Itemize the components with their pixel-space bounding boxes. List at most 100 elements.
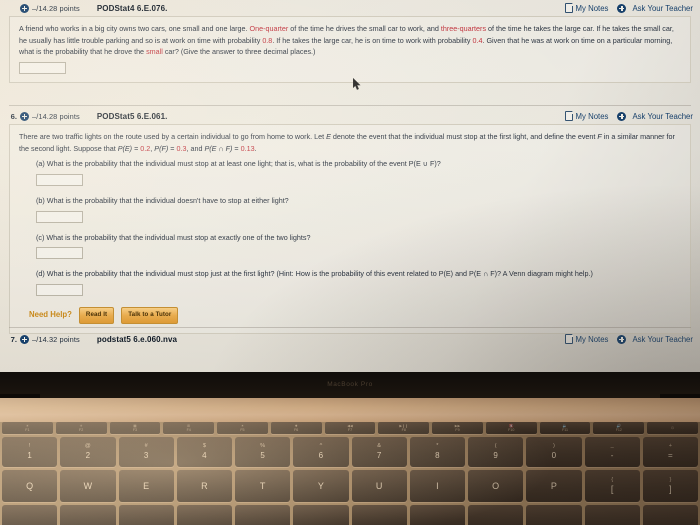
key-Y[interactable]: Y	[293, 470, 349, 502]
question-points-2: –/14.28 points	[32, 111, 80, 121]
key-0[interactable]: ) 0	[526, 437, 582, 467]
key-8[interactable]: * 8	[409, 437, 465, 467]
key-home-row-7[interactable]	[409, 505, 465, 525]
key-home-row-6[interactable]	[351, 505, 407, 525]
keyboard-home-row[interactable]	[0, 505, 700, 525]
key-power[interactable]: ⏻	[647, 422, 698, 434]
key-F12[interactable]: 🔊 F12	[593, 422, 645, 434]
keyboard-qwerty-row[interactable]: Q W E R T Y U I O P {[}]	[0, 470, 700, 502]
key-F1[interactable]: ☀ F1	[2, 422, 53, 434]
key-home-row-9[interactable]	[526, 505, 582, 525]
key-F9[interactable]: ▶▶ F9	[432, 422, 483, 434]
key-shifted-label: }	[669, 476, 672, 483]
key-shifted-label: +	[668, 443, 673, 450]
section-divider-2	[9, 327, 691, 328]
key-Q[interactable]: Q	[2, 470, 58, 502]
math-symbol: P(F)	[154, 143, 169, 153]
key-U[interactable]: U	[351, 470, 407, 502]
key-label: F3	[132, 428, 138, 432]
question-header-actions-3: My Notes Ask Your Teacher	[564, 334, 693, 344]
my-notes-link-3[interactable]: My Notes	[564, 334, 608, 344]
text-run: , and	[186, 143, 205, 153]
key-F7[interactable]: ◀◀ F7	[324, 422, 376, 434]
laptop-keyboard[interactable]: ☀ F1 ☀ F2 ▦ F3 ⊞ F4 ✶ F5 ✸ F6 ◀◀ F7 ▶❙❙ F8 ▶▶ F9 🔇 F10 🔉 F11 🔊…	[0, 422, 700, 525]
question-number-2: 6.	[10, 111, 17, 121]
key-shifted-label: )	[552, 443, 555, 450]
key-base-label: ]	[669, 484, 672, 495]
answer-input-1[interactable]	[19, 61, 66, 74]
key-base-label: P	[550, 480, 557, 491]
text-run: of the time he drives the small car to w…	[288, 24, 441, 33]
key-F10[interactable]: 🔇 F10	[485, 422, 537, 434]
key-3[interactable]: #3	[118, 437, 174, 467]
highlighted-value: One-quarter	[249, 24, 289, 33]
key-base-label: =	[668, 450, 673, 460]
key-7[interactable]: & 7	[351, 437, 407, 467]
key-base-label: 4	[202, 450, 207, 460]
key-home-row-1[interactable]	[60, 505, 116, 525]
key-home-row-2[interactable]	[118, 505, 174, 525]
key-home-row-8[interactable]	[468, 505, 524, 525]
key-F11[interactable]: 🔉 F11	[539, 422, 591, 434]
key-I[interactable]: I	[409, 470, 465, 502]
key-home-row-0[interactable]	[2, 505, 58, 525]
key-E[interactable]: E	[118, 470, 174, 502]
expand-plus-icon[interactable]	[20, 3, 29, 13]
talk-to-a-tutor-button[interactable]: Talk to a Tutor	[121, 306, 179, 324]
keyboard-number-row[interactable]: ! 1 @2 #3 $4% 5 ^ 6 & 7 * 8(9) 0 _ - + =	[0, 437, 700, 467]
key-home-row-3[interactable]	[176, 505, 232, 525]
my-notes-link-1[interactable]: My Notes	[564, 3, 608, 13]
key-F3[interactable]: ▦ F3	[109, 422, 161, 434]
key-label: F10	[508, 428, 515, 432]
highlighted-value: 0.4	[472, 35, 483, 45]
answer-input-part-a[interactable]	[36, 173, 83, 186]
key-R[interactable]: R	[176, 470, 232, 502]
key-base-label: 1	[27, 450, 32, 460]
key-F5[interactable]: ✶ F5	[217, 422, 268, 434]
plus-circle-icon	[617, 334, 627, 344]
answer-input-part-c[interactable]	[36, 247, 83, 260]
key-[[interactable]: {[	[584, 470, 640, 502]
key-label: F12	[615, 428, 622, 432]
key-6[interactable]: ^ 6	[293, 437, 349, 467]
key-home-row-4[interactable]	[235, 505, 291, 525]
key--[interactable]: _ -	[584, 437, 640, 467]
key-O[interactable]: O	[468, 470, 524, 502]
key-F8[interactable]: ▶❙❙ F8	[378, 422, 430, 434]
highlighted-value: 0.13	[240, 143, 255, 153]
key-4[interactable]: $4	[176, 437, 232, 467]
ask-your-teacher-link-3[interactable]: Ask Your Teacher	[617, 334, 693, 344]
key-][interactable]: }]	[642, 470, 698, 502]
key-=[interactable]: + =	[642, 437, 698, 467]
key-home-row-11[interactable]	[642, 505, 698, 525]
key-shifted-label: #	[144, 443, 148, 450]
laptop-deck	[0, 398, 700, 422]
key-F2[interactable]: ☀ F2	[55, 422, 107, 434]
laptop-body: MacBook Pro ☀ F1 ☀ F2 ▦ F3 ⊞ F4 ✶ F5 ✸ F6 ◀◀ F7 ▶❙❙ F8 ▶…	[0, 372, 700, 525]
key-1[interactable]: ! 1	[2, 437, 58, 467]
key-P[interactable]: P	[526, 470, 582, 502]
question-part-text: (d) What is the probability that the ind…	[36, 269, 593, 279]
answer-input-part-b[interactable]	[36, 210, 83, 223]
keyboard-function-row[interactable]: ☀ F1 ☀ F2 ▦ F3 ⊞ F4 ✶ F5 ✸ F6 ◀◀ F7 ▶❙❙ F8 ▶▶ F9 🔇 F10 🔉 F11 🔊…	[0, 422, 700, 434]
expand-plus-icon[interactable]	[20, 111, 29, 121]
answer-input-part-d[interactable]	[36, 283, 83, 296]
key-home-row-5[interactable]	[293, 505, 349, 525]
key-home-row-10[interactable]	[584, 505, 640, 525]
key-2[interactable]: @2	[60, 437, 116, 467]
key-label: F5	[240, 428, 245, 432]
ask-your-teacher-link-1[interactable]: Ask Your Teacher	[617, 3, 693, 13]
key-base-label: 7	[376, 450, 382, 460]
key-T[interactable]: T	[235, 470, 291, 502]
key-5[interactable]: % 5	[235, 437, 291, 467]
read-it-button[interactable]: Read It	[78, 306, 115, 324]
key-F4[interactable]: ⊞ F4	[163, 422, 215, 434]
key-F6[interactable]: ✸ F6	[270, 422, 322, 434]
my-notes-link-2[interactable]: My Notes	[564, 111, 608, 121]
question-part-a: (a) What is the probability that the ind…	[19, 158, 681, 186]
question-header-3: 7. –/14.32 points podstat5 6.e.060.nva M…	[0, 331, 700, 347]
key-W[interactable]: W	[60, 470, 116, 502]
key-9[interactable]: (9	[468, 437, 524, 467]
ask-your-teacher-link-2[interactable]: Ask Your Teacher	[617, 111, 693, 121]
expand-plus-icon[interactable]	[20, 334, 29, 344]
